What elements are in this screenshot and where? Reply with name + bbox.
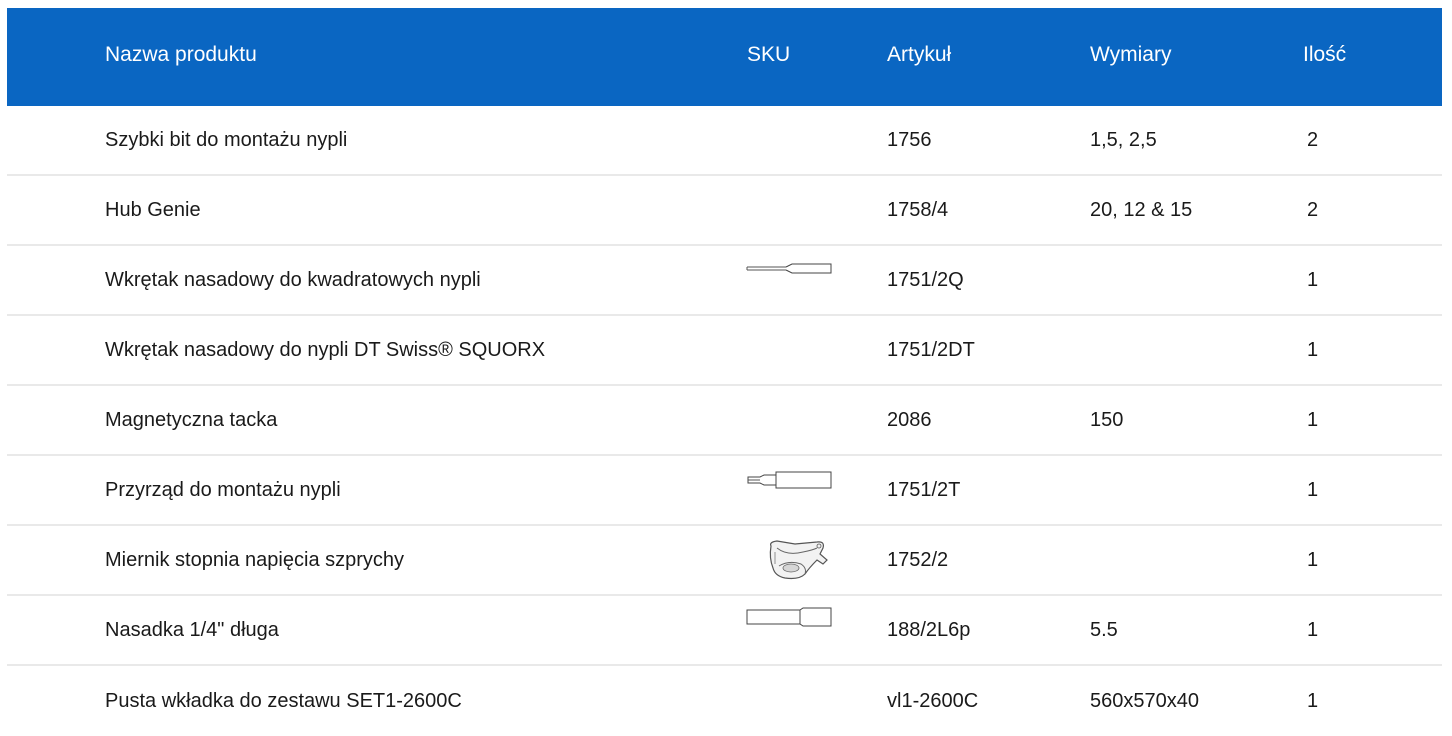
article-number: 1758/4 [887, 198, 949, 221]
table-header: Nazwa produktu SKU Artykuł Wymiary Ilość [7, 8, 1442, 106]
table-row: Miernik stopnia napięcia szprychy 1752/2… [7, 526, 1442, 596]
sku-cell [745, 456, 833, 524]
dimensions-value: 5.5 [1090, 618, 1118, 641]
article-number: 1751/2Q [887, 268, 964, 291]
table-row: Przyrząd do montażu nypli 1751/2T 1 [7, 456, 1442, 526]
product-name: Magnetyczna tacka [105, 408, 278, 431]
quantity-value: 1 [1307, 548, 1319, 571]
article-number: 1756 [887, 128, 932, 151]
article-number: 1751/2DT [887, 338, 975, 361]
sku-cell [745, 386, 833, 454]
table-row: Pusta wkładka do zestawu SET1-2600C vl1-… [7, 666, 1442, 736]
sku-cell [745, 106, 833, 174]
sku-cell [745, 666, 833, 736]
header-dimensions: Wymiary [1090, 43, 1172, 66]
dimensions-value: 1,5, 2,5 [1090, 128, 1157, 151]
quantity-value: 1 [1307, 268, 1319, 291]
header-quantity: Ilość [1303, 43, 1347, 66]
product-name: Wkrętak nasadowy do nypli DT Swiss® SQUO… [105, 338, 546, 361]
product-name: Pusta wkładka do zestawu SET1-2600C [105, 689, 462, 712]
sku-cell [745, 596, 833, 664]
dimensions-value: 150 [1090, 408, 1124, 431]
socket-icon [746, 607, 832, 627]
quantity-value: 1 [1307, 618, 1319, 641]
dimensions-value: 20, 12 & 15 [1090, 198, 1193, 221]
table-row: Wkrętak nasadowy do nypli DT Swiss® SQUO… [7, 316, 1442, 386]
table-row: Nasadka 1/4" długa 188/2L6p 5.5 1 [7, 596, 1442, 666]
product-name: Szybki bit do montażu nypli [105, 128, 348, 151]
sku-cell [745, 246, 833, 314]
quantity-value: 2 [1307, 128, 1319, 151]
nipple-tool-icon [747, 471, 832, 489]
sku-cell [745, 176, 833, 244]
header-article: Artykuł [887, 43, 952, 66]
sku-cell [745, 316, 833, 384]
article-number: 1751/2T [887, 478, 961, 501]
tension-meter-icon [769, 540, 828, 580]
product-name: Hub Genie [105, 198, 201, 221]
sku-cell [745, 526, 833, 594]
product-name: Nasadka 1/4" długa [105, 618, 279, 641]
quantity-value: 2 [1307, 198, 1319, 221]
product-name: Przyrząd do montażu nypli [105, 478, 341, 501]
product-name: Miernik stopnia napięcia szprychy [105, 548, 405, 571]
table-row: Wkrętak nasadowy do kwadratowych nypli 1… [7, 246, 1442, 316]
article-number: vl1-2600C [887, 689, 979, 712]
dimensions-value: 560x570x40 [1090, 689, 1199, 712]
article-number: 2086 [887, 408, 932, 431]
table-row: Hub Genie 1758/4 20, 12 & 15 2 [7, 176, 1442, 246]
quantity-value: 1 [1307, 338, 1319, 361]
screwdriver-icon [746, 263, 832, 274]
quantity-value: 1 [1307, 408, 1319, 431]
article-number: 1752/2 [887, 548, 949, 571]
table-row: Magnetyczna tacka 2086 150 1 [7, 386, 1442, 456]
header-product-name: Nazwa produktu [105, 43, 257, 66]
product-name: Wkrętak nasadowy do kwadratowych nypli [105, 268, 481, 291]
table-row: Szybki bit do montażu nypli 1756 1,5, 2,… [7, 106, 1442, 176]
quantity-value: 1 [1307, 689, 1319, 712]
article-number: 188/2L6p [887, 618, 971, 641]
header-sku: SKU [747, 43, 791, 66]
quantity-value: 1 [1307, 478, 1319, 501]
product-table: Nazwa produktu SKU Artykuł Wymiary Ilość… [7, 8, 1442, 736]
